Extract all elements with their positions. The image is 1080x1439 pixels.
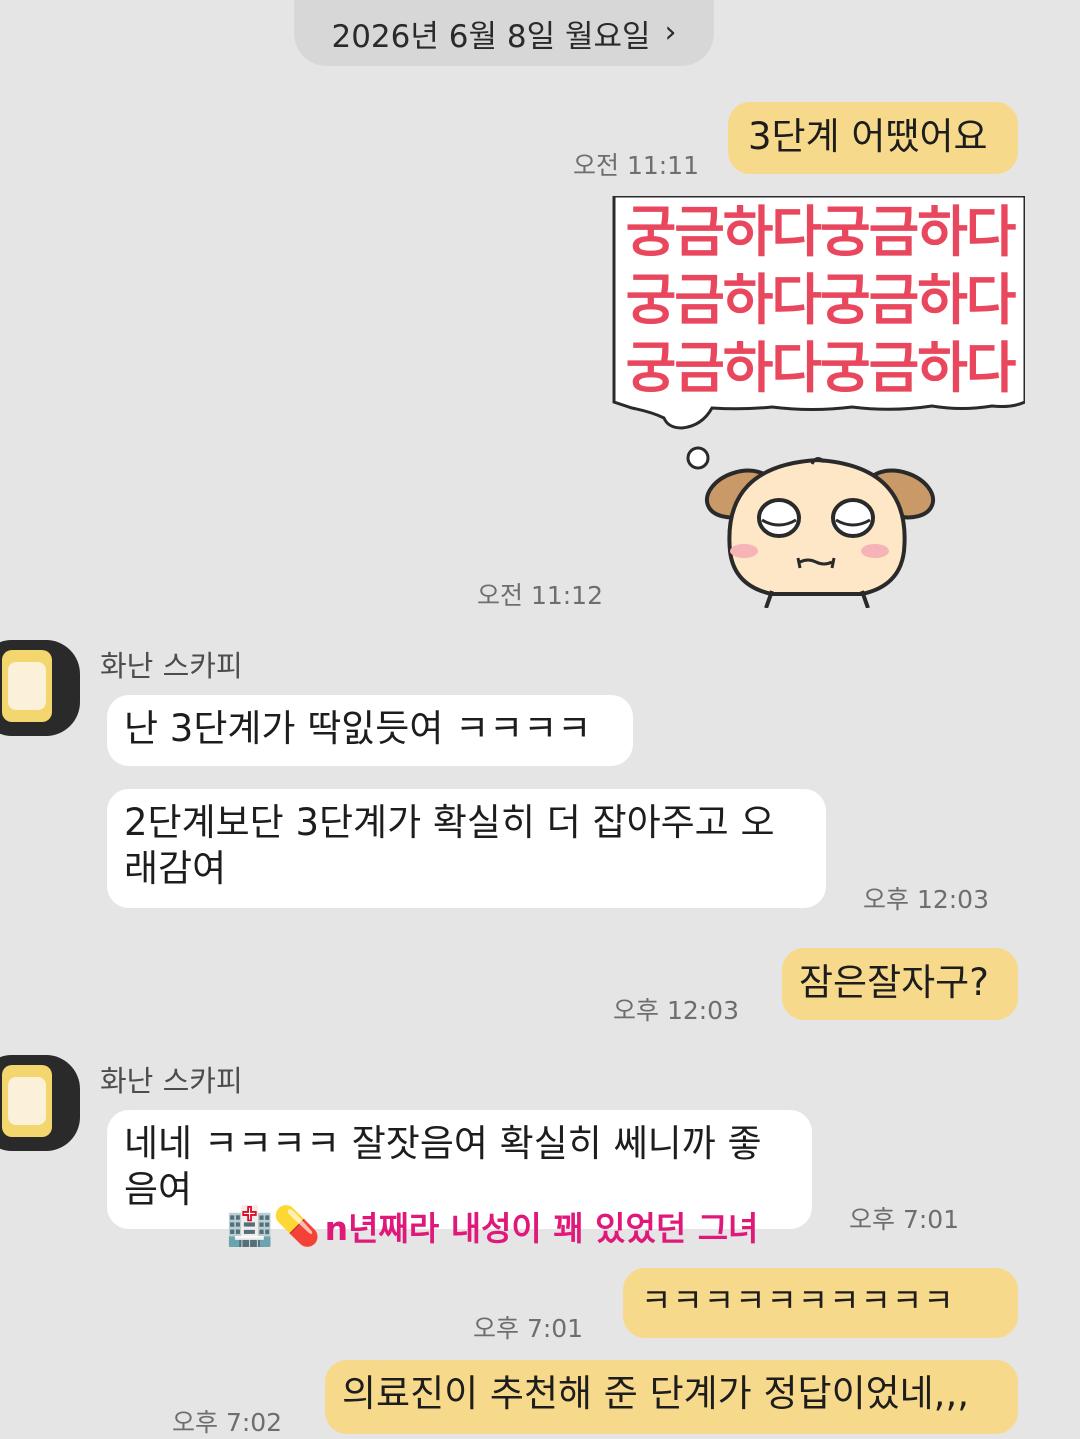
overlay-caption: 🏥💊 n년째라 내성이 꽤 있었던 그녀 xyxy=(226,1202,758,1250)
message-text-line: 래감여 xyxy=(124,847,227,890)
their-message-bubble[interactable]: 2단계보단 3단계가 확실히 더 잡아주고 오 래감여 xyxy=(107,789,826,908)
message-time: 오후 7:02 xyxy=(172,1408,283,1437)
message-text: ㅋㅋㅋㅋㅋㅋㅋㅋㅋㅋ xyxy=(641,1281,955,1320)
message-time: 오후 7:01 xyxy=(473,1314,584,1343)
message-text: 난 3단계가 딱잀듯여 ㅋㅋㅋㅋ xyxy=(124,707,592,750)
avatar[interactable] xyxy=(0,1055,80,1151)
message-time: 오후 12:03 xyxy=(863,885,989,914)
chevron-right-icon: › xyxy=(664,15,677,50)
avatar-image xyxy=(2,650,52,722)
sticker-message[interactable]: 궁금하다궁금하다 궁금하다궁금하다 궁금하다궁금하다 xyxy=(612,196,1025,608)
date-header[interactable]: 2026년 6월 8일 월요일 › xyxy=(294,0,714,66)
hospital-pill-icon: 🏥💊 xyxy=(226,1203,321,1248)
avatar[interactable] xyxy=(0,640,80,736)
message-text-line: 2단계보단 3단계가 확실히 더 잡아주고 오 xyxy=(124,801,775,844)
sticker-text: 궁금하다궁금하다 궁금하다궁금하다 궁금하다궁금하다 xyxy=(625,200,1017,400)
my-message-bubble[interactable]: 잠은잘자구? xyxy=(782,948,1018,1020)
message-time: 오후 7:01 xyxy=(849,1205,960,1234)
message-text: 3단계 어땠어요 xyxy=(748,115,988,158)
message-time: 오전 11:12 xyxy=(477,581,603,610)
message-time: 오후 12:03 xyxy=(613,996,739,1025)
message-text-line: 네네 ㅋㅋㅋㅋ 잘잣음여 확실히 쎄니까 좋 xyxy=(124,1122,762,1165)
my-message-bubble[interactable]: 3단계 어땠어요 xyxy=(728,102,1018,174)
message-text: 의료진이 추천해 준 단계가 정답이었네,,, xyxy=(342,1372,969,1415)
their-message-bubble[interactable]: 난 3단계가 딱잀듯여 ㅋㅋㅋㅋ xyxy=(107,695,633,766)
my-message-bubble[interactable]: 의료진이 추천해 준 단계가 정답이었네,,, xyxy=(325,1360,1018,1434)
avatar-image xyxy=(2,1065,52,1137)
message-text: 잠은잘자구? xyxy=(799,961,989,1004)
sender-name: 화난 스카피 xyxy=(100,1064,243,1098)
overlay-caption-text: n년째라 내성이 꽤 있었던 그녀 xyxy=(324,1209,759,1248)
date-label: 2026년 6월 8일 월요일 xyxy=(331,18,651,55)
sender-name: 화난 스카피 xyxy=(100,649,243,683)
message-time: 오전 11:11 xyxy=(573,151,699,180)
my-message-bubble[interactable]: ㅋㅋㅋㅋㅋㅋㅋㅋㅋㅋ xyxy=(623,1268,1018,1338)
